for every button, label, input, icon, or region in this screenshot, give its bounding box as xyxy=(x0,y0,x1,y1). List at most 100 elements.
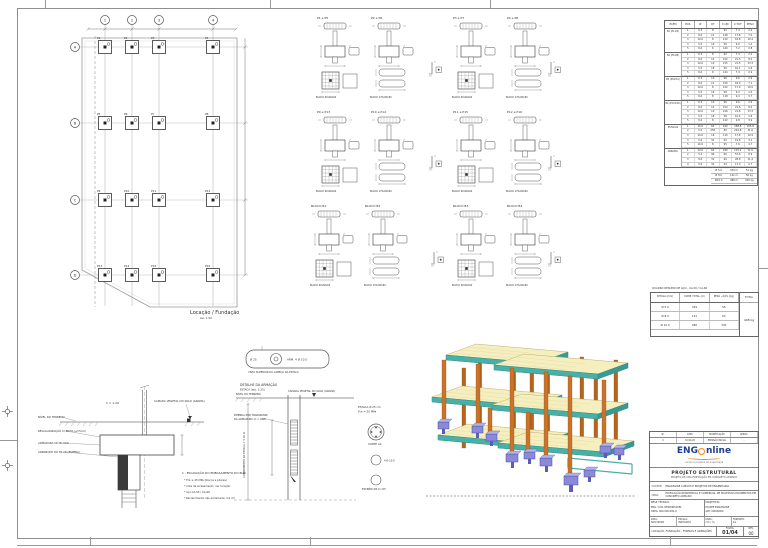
circle-label: 4 Ø 10.0 xyxy=(384,458,395,463)
field-value: A1 xyxy=(733,521,757,524)
cell: 51 kg xyxy=(742,169,757,173)
header-cell: BITOLA (mm) xyxy=(651,293,680,302)
leader-label: NÍVEL DO TERRENO xyxy=(38,414,65,419)
resp-reg: CREA: 000.000.000-0 xyxy=(651,510,703,513)
cell: 4 xyxy=(682,139,695,143)
group-label: B1 (P1-P4) xyxy=(665,29,682,52)
cell: 92 xyxy=(720,29,733,33)
detail-title: P2 e P6 xyxy=(371,16,382,20)
resp-label: RESP. TÉCNICO: xyxy=(651,501,703,504)
axis-label: 1 xyxy=(104,18,106,22)
fold-mark xyxy=(270,0,271,8)
leader-label: REGULARIZAÇÃO C/ BRITA (e=5cm) xyxy=(38,428,86,433)
fold-mark xyxy=(0,440,17,441)
cell: 9.0 xyxy=(732,43,745,47)
total-label: TOTAL xyxy=(740,293,758,303)
detail-title: P11 e P15 xyxy=(453,110,468,114)
table-row: 45.0325417.32.7 xyxy=(682,163,757,168)
cell: 180 xyxy=(720,149,733,153)
cell: 10.4 xyxy=(745,38,758,42)
cell: 10.0 xyxy=(695,62,708,66)
cell: 56 xyxy=(720,43,733,47)
title-block: Nº DATA MODIFICAÇÃO APROV. 0 10/11/20 EM… xyxy=(649,431,759,537)
rebar-group: ARRANQ. 110.064180115.271.025.0966057.68… xyxy=(665,149,757,168)
footing-label: P13 xyxy=(97,264,102,268)
cell: 10.1 xyxy=(732,67,745,71)
fields-row: DATA: NOV/2020 ESCALA: INDICADA UNID.: c… xyxy=(650,517,758,527)
cell: 148 xyxy=(720,34,733,38)
header-cell: APROV. xyxy=(731,432,758,437)
length-label: COMPRIMENTO DA ESTACA ± 5.00 m xyxy=(242,431,246,478)
cell: 7.0 xyxy=(745,34,758,38)
group-label: B2 (P5-P8) xyxy=(665,53,682,76)
cell: Ø10.0 xyxy=(711,179,726,183)
cell: 8 xyxy=(707,95,720,99)
detail-caption: BLOCO 170x60x60 xyxy=(364,284,386,287)
detail-title: P9 e P13 xyxy=(317,110,330,114)
cell: 10.0 xyxy=(695,134,708,138)
cell: 3.7 xyxy=(745,95,758,99)
fold-mark xyxy=(670,537,671,545)
cell: 5.0 xyxy=(695,129,708,133)
cell: 2.8 xyxy=(745,47,758,51)
cell: 330 xyxy=(710,321,739,329)
obra-label: OBRA: xyxy=(652,494,666,497)
cell: 54 xyxy=(720,163,733,167)
detail-caption: BLOCO 60x60x60 xyxy=(310,284,331,287)
plan-scale: esc. 1:50 xyxy=(200,316,212,320)
cell: 3 xyxy=(682,134,695,138)
cell: 5.0 xyxy=(695,153,708,157)
cell: EMISSÃO INICIAL xyxy=(704,438,731,443)
cell: 10.0 xyxy=(695,125,708,129)
detail-subtitle: ESTACA (esc. 1:25) xyxy=(240,388,265,392)
fold-mark xyxy=(45,0,46,8)
field-formato: FORMATO: A1 xyxy=(732,517,758,526)
cell: 8.0 xyxy=(695,47,708,51)
cell: 1.6 xyxy=(745,67,758,71)
cell: 5 xyxy=(682,95,695,99)
cell: 204.8 xyxy=(732,129,745,133)
cell: 329 xyxy=(680,303,709,311)
footing-label: P14 xyxy=(124,264,129,268)
cell: 1 xyxy=(682,101,695,105)
cell: 5.0 xyxy=(695,139,708,143)
circle-label: ESTRIBO Ø5.0 c/15 xyxy=(362,486,386,491)
cell: 64 xyxy=(707,149,720,153)
cell: 3 xyxy=(682,110,695,114)
cell: 4 xyxy=(682,43,695,47)
cell: 8.0 xyxy=(695,71,708,75)
detail-title: BLOCO B4 xyxy=(507,204,522,208)
pile-spec: ESTACA Ø 25 cm xyxy=(358,404,381,409)
veg-label: CAMADA VEGETAL DO SOLO (GRAMA) xyxy=(154,399,205,403)
cell: 6.3 xyxy=(695,53,708,57)
cell: 10.0 xyxy=(695,38,708,42)
cell: 10.5 xyxy=(745,86,758,90)
cell: 96 xyxy=(707,153,720,157)
corte-label: CORTE AA xyxy=(368,442,382,446)
rebar-group: B1 (P1-P4) 16.38927.42.228.01214817.87.0… xyxy=(665,29,757,53)
detail-caption: BLOCO 60x60x60 xyxy=(452,190,473,193)
splice-label: EMENDA POR TRANSPASSE xyxy=(234,413,268,417)
cell: 21.3 xyxy=(732,58,745,62)
footing-label: P9 xyxy=(97,189,101,193)
cell: 2 xyxy=(682,34,695,38)
resp-name: ENG. CIVIL RESPONSÁVEL xyxy=(651,506,703,509)
table-row: 58.081229.83.9 xyxy=(682,119,757,124)
cell: 12 xyxy=(707,34,720,38)
detail-caption: BLOCO 60x60x60 xyxy=(316,96,337,99)
cell: 16 xyxy=(707,134,720,138)
cell: 124 xyxy=(720,71,733,75)
cell: 32 xyxy=(707,163,720,167)
rev-cell: REV. 00 xyxy=(743,527,758,536)
header-cell: PESO +10% (kg) xyxy=(710,293,739,302)
cell: 62 xyxy=(710,312,739,320)
axis-label: D xyxy=(74,273,77,277)
cell: 1.5 xyxy=(745,91,758,95)
header-cell: DATA xyxy=(677,432,704,437)
cell: 56 kg xyxy=(742,174,757,178)
footing-label: P10 xyxy=(124,189,129,193)
cell: 10 xyxy=(707,62,720,66)
cell: 1 xyxy=(682,53,695,57)
header-cell: POS xyxy=(682,21,695,28)
cell: 10.0 xyxy=(695,86,708,90)
